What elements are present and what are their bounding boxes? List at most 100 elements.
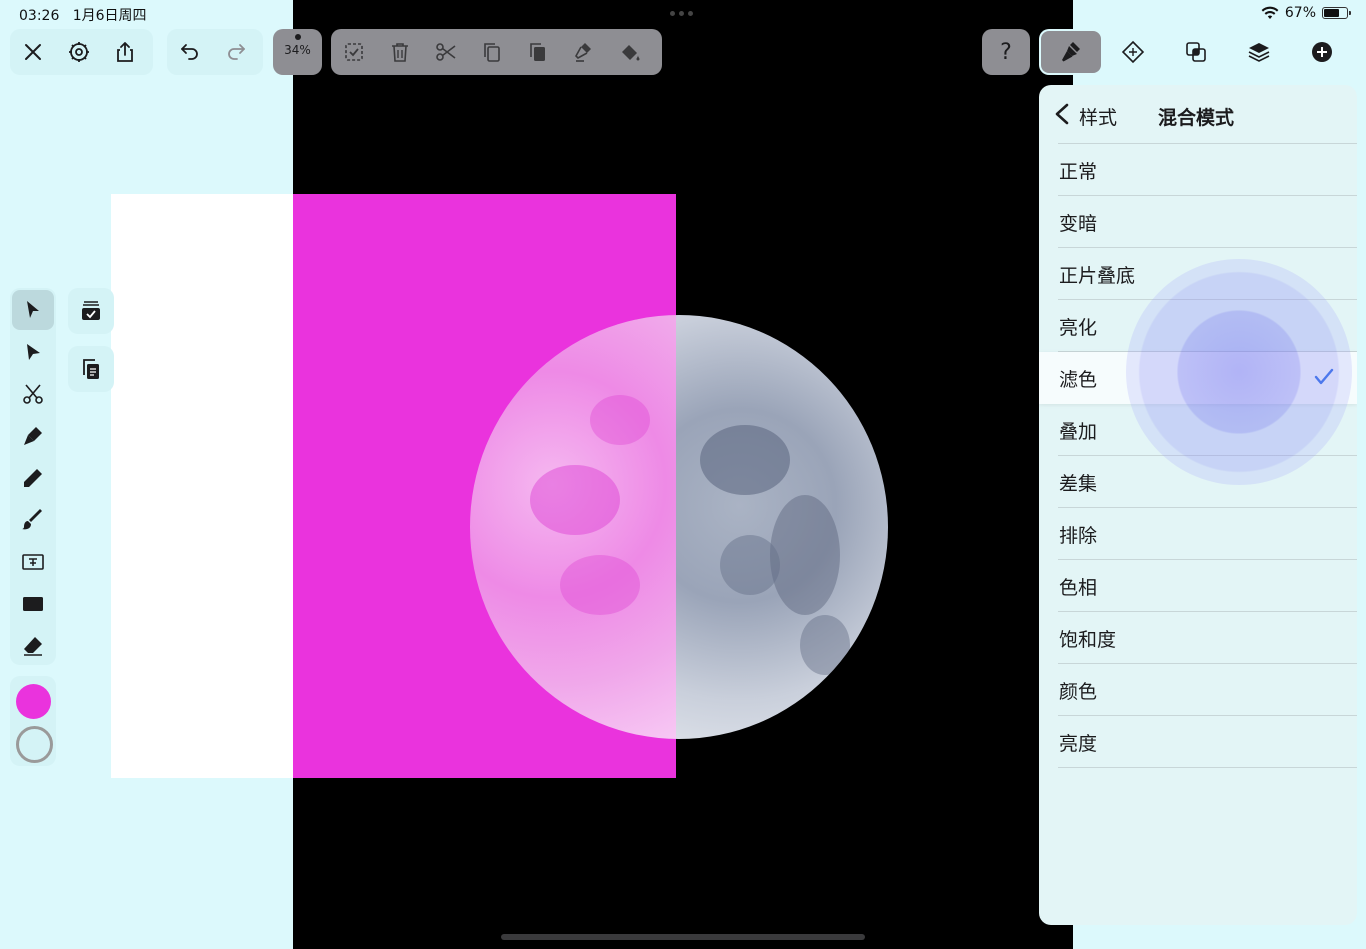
divider [1058,767,1357,768]
transform-tab-button[interactable] [1101,29,1164,75]
select-tool[interactable] [12,290,54,330]
style-tab-button[interactable] [1041,31,1101,73]
help-button[interactable]: ? [982,29,1030,75]
back-button[interactable]: 样式 [1079,103,1117,130]
scissors-tool[interactable] [12,374,54,414]
moon-crater [800,615,850,675]
status-time: 03:26 [19,8,60,24]
moon-crater [700,425,790,495]
add-icon [1311,42,1332,62]
pencil-icon [24,469,42,487]
chevron-left-icon[interactable] [1053,103,1071,125]
blend-mode-label: 叠加 [1059,421,1098,443]
pen-tool[interactable] [12,416,54,456]
paste-style-button[interactable] [561,29,607,75]
direct-select-tool[interactable] [12,332,54,372]
blend-mode-item[interactable]: 亮度 [1039,716,1357,768]
selection-sub-palette [68,288,114,396]
share-button[interactable] [102,29,148,75]
select-check-icon [345,43,363,61]
status-right: 67% [1261,5,1351,21]
copy-icon [484,43,500,62]
file-toolbar-group [10,29,153,75]
pointer-arrow-icon [27,301,39,318]
fill-button[interactable] [607,29,653,75]
blend-mode-label: 滤色 [1059,369,1098,391]
blend-mode-item[interactable]: 差集 [1039,456,1357,508]
zoom-level: 34% [284,43,311,57]
duplicate-icon [530,43,545,61]
moon-crater [560,555,640,615]
fill-color-swatch[interactable] [16,684,51,719]
status-left: 03:26 1月6日周四 [19,5,147,25]
eraser-tool[interactable] [12,626,54,666]
blend-mode-label: 正常 [1059,161,1098,183]
blend-mode-item[interactable]: 色相 [1039,560,1357,612]
blend-mode-label: 饱和度 [1059,629,1117,651]
moon-image[interactable] [470,315,888,739]
copy-button[interactable] [469,29,515,75]
undo-button[interactable] [167,29,213,75]
boolean-icon [1185,42,1206,62]
scissors-icon [436,43,456,61]
settings-button[interactable] [56,29,102,75]
blend-mode-item[interactable]: 叠加 [1039,404,1357,456]
blend-mode-label: 亮度 [1059,733,1098,755]
battery-icon [1322,7,1351,19]
blend-mode-item[interactable]: 滤色 [1039,352,1357,404]
zoom-button[interactable]: 34% [273,29,322,75]
brush-icon [22,509,42,530]
settings-icon [69,42,89,62]
blend-mode-item[interactable]: 颜色 [1039,664,1357,716]
delete-button[interactable] [377,29,423,75]
select-all-button[interactable] [331,29,377,75]
blend-mode-panel: 样式 混合模式 正常 变暗 正片叠底 亮化 滤色 叠加 差集 排除 色相 饱和度 颜色 亮度 [1039,85,1357,925]
style-brush-icon [1062,42,1080,62]
blend-mode-item[interactable]: 正片叠底 [1039,248,1357,300]
cut-button[interactable] [423,29,469,75]
redo-button[interactable] [213,29,259,75]
checkmark-icon [1314,368,1334,385]
rectangle-tool[interactable] [12,584,54,624]
redo-icon [228,44,245,60]
copy-doc-icon [83,359,99,379]
white-rectangle-shape[interactable] [111,194,293,778]
moon-crater [770,495,840,615]
blend-mode-item[interactable]: 变暗 [1039,196,1357,248]
blend-mode-label: 排除 [1059,525,1098,547]
moon-crater [530,465,620,535]
color-palette [10,676,56,766]
home-indicator[interactable] [501,934,865,940]
layers-tab-button[interactable] [1227,29,1290,75]
paste-style-icon [575,43,591,62]
status-date: 1月6日周四 [72,8,147,24]
text-tool[interactable] [12,542,54,582]
add-button[interactable] [1290,29,1353,75]
blend-mode-item[interactable]: 亮化 [1039,300,1357,352]
wifi-icon [1261,6,1279,19]
boolean-tab-button[interactable] [1164,29,1227,75]
pencil-tool[interactable] [12,458,54,498]
eraser-icon [24,637,42,656]
undo-icon [181,44,198,60]
duplicate-button[interactable] [515,29,561,75]
brush-tool[interactable] [12,500,54,540]
zoom-dot [294,34,301,40]
blend-mode-item[interactable]: 饱和度 [1039,612,1357,664]
blend-mode-label: 差集 [1059,473,1098,495]
multitasking-grabber[interactable] [670,11,693,16]
blend-mode-label: 颜色 [1059,681,1098,703]
trash-icon [392,43,408,62]
blend-mode-item[interactable]: 排除 [1039,508,1357,560]
close-button[interactable] [10,29,56,75]
close-icon [25,44,41,60]
share-icon [117,42,133,62]
copy-tool[interactable] [68,346,114,392]
stroke-color-swatch[interactable] [16,726,53,763]
blend-mode-item[interactable]: 正常 [1039,144,1357,196]
blend-mode-label: 亮化 [1059,317,1098,339]
rectangle-icon [23,597,43,611]
history-toolbar-group [167,29,263,75]
blend-mode-label: 变暗 [1059,213,1098,235]
select-all-tool[interactable] [68,288,114,334]
